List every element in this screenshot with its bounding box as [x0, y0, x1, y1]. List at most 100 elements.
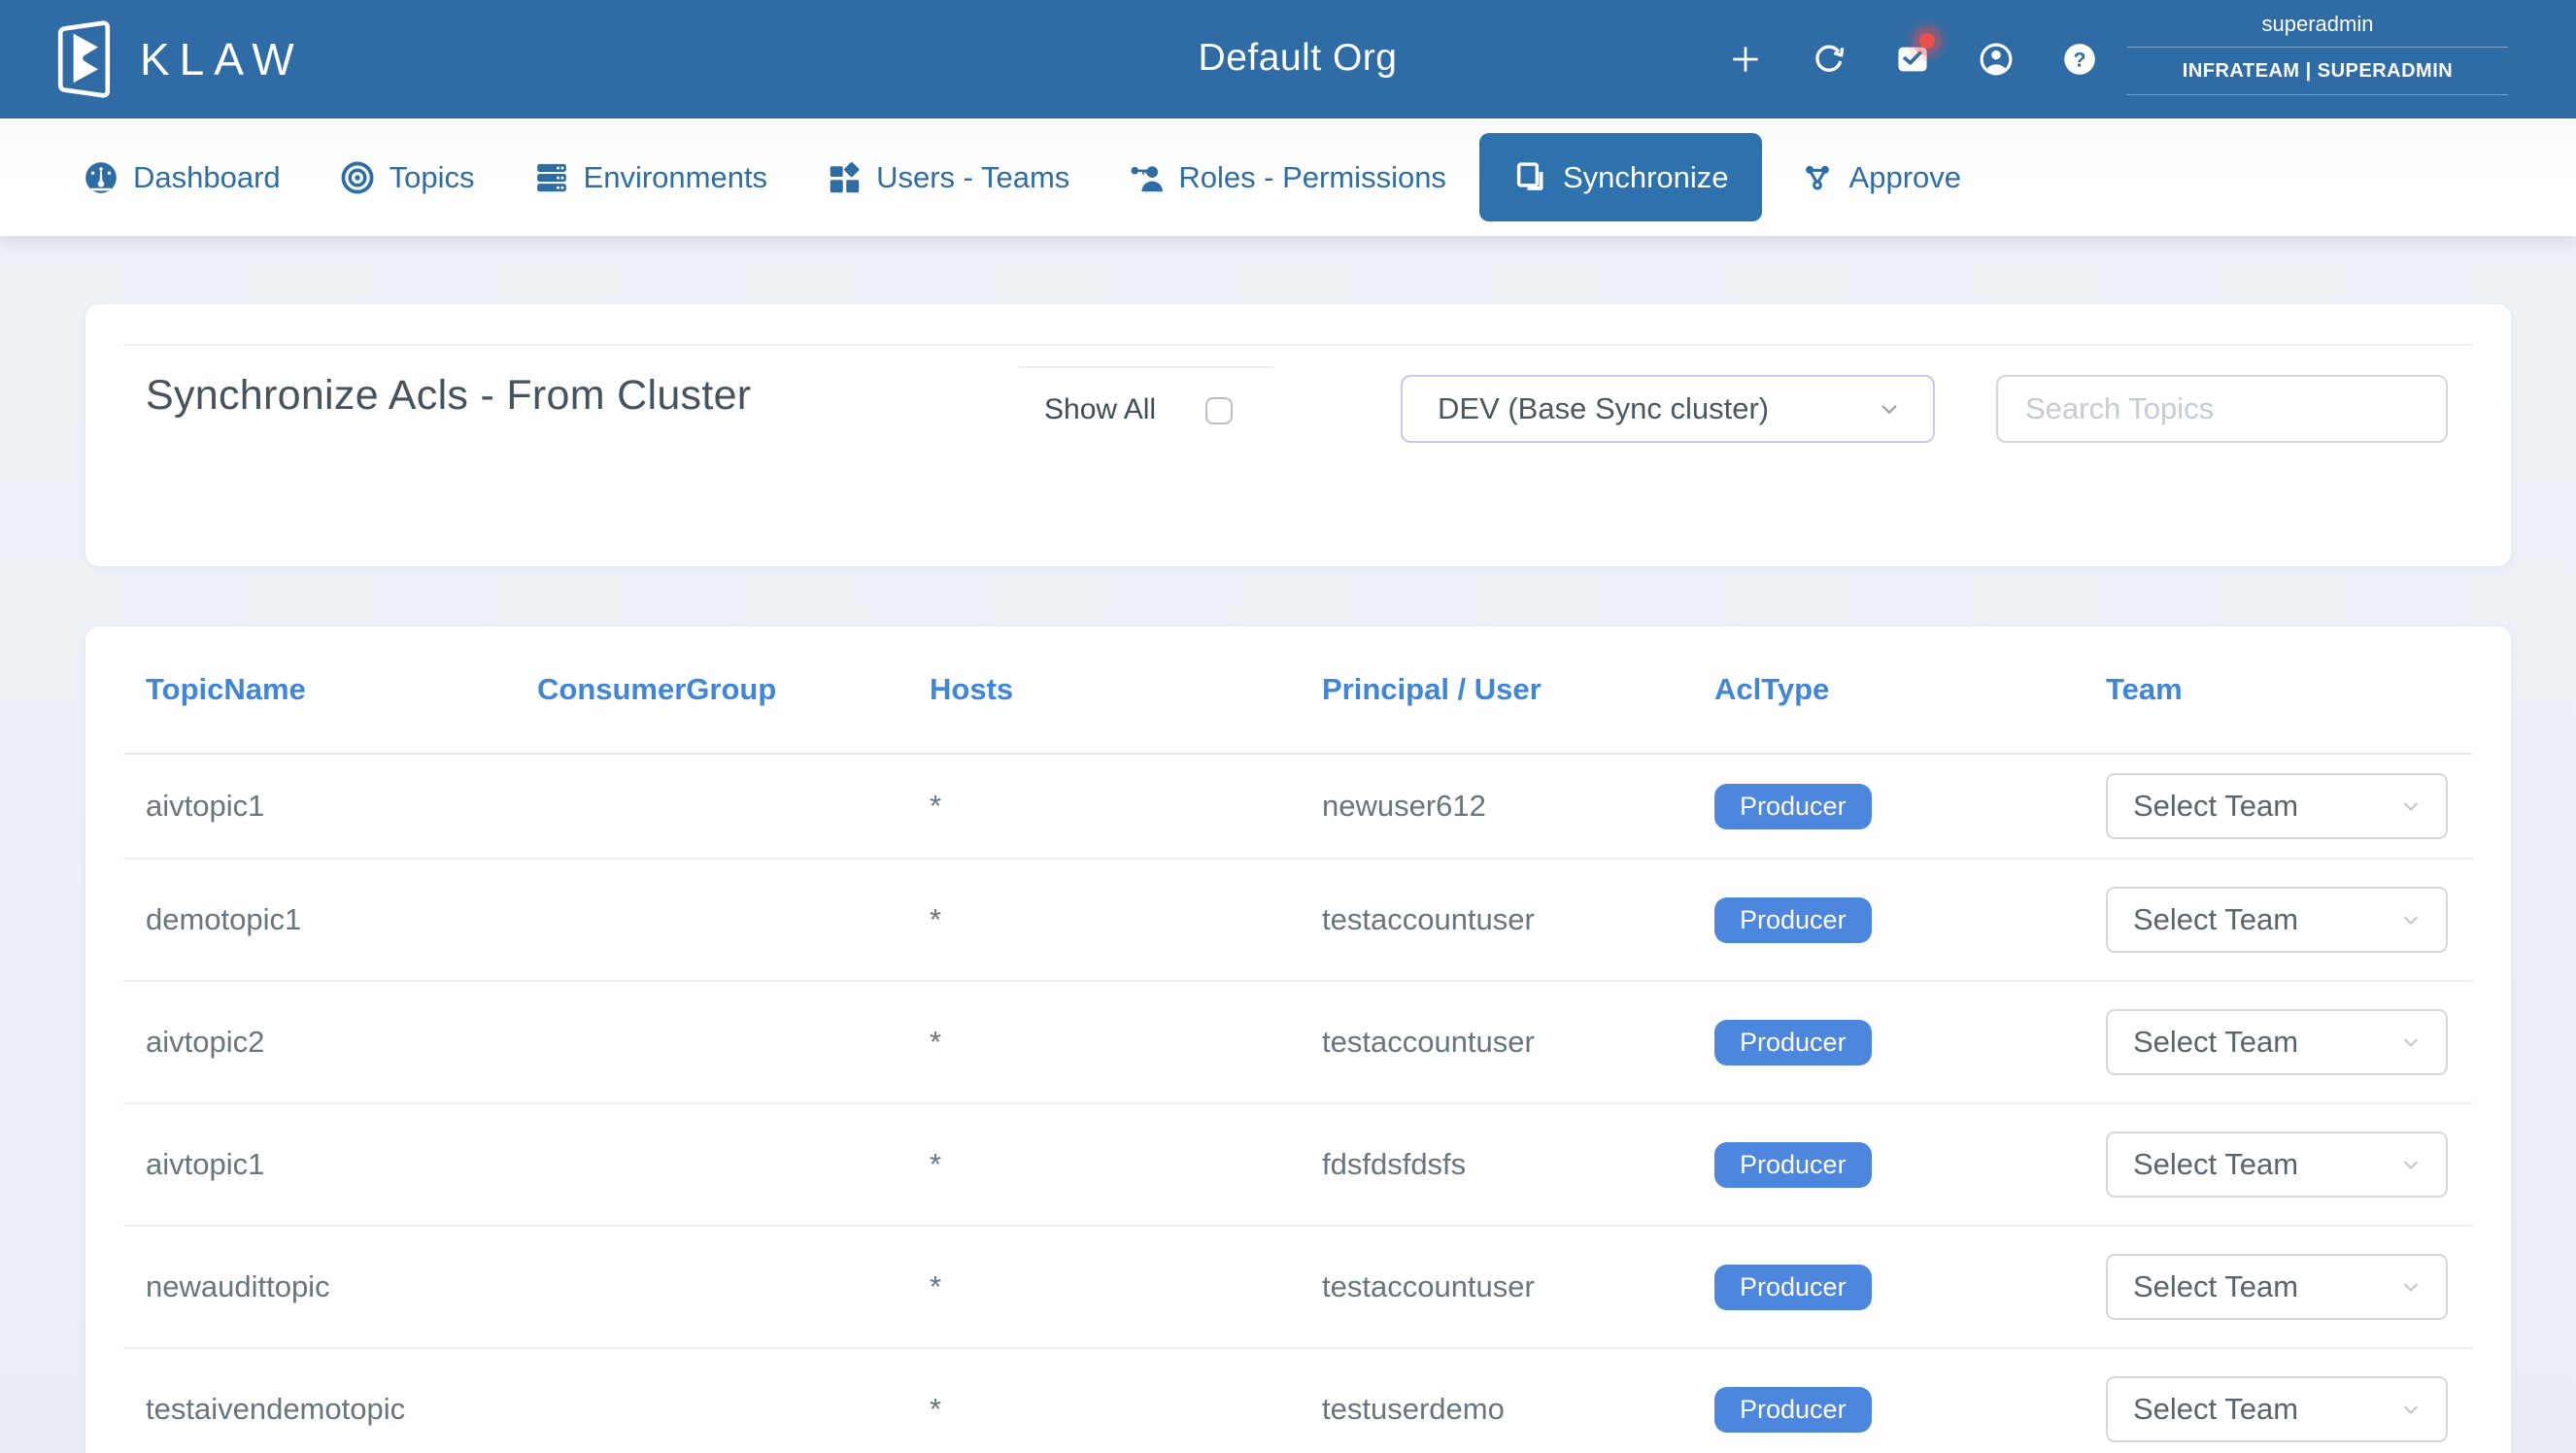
table-row: aivtopic2 * testaccountuser Producer Sel…	[123, 982, 2473, 1104]
cell-team: Select Team	[2106, 773, 2473, 839]
team-select[interactable]: Select Team	[2106, 1009, 2448, 1075]
table-body: aivtopic1 * newuser612 Producer Select T…	[123, 755, 2473, 1453]
table-row: aivtopic1 * fdsfdsfdsfs Producer Select …	[123, 1104, 2473, 1227]
cell-acl-type: Producer	[1714, 784, 2106, 829]
klaw-logo-icon	[54, 19, 115, 99]
acl-type-badge: Producer	[1714, 1387, 1872, 1433]
chevron-down-icon	[1875, 394, 1904, 423]
acl-type-badge: Producer	[1714, 897, 1872, 943]
username-label: superadmin	[2127, 12, 2508, 48]
team-select-placeholder: Select Team	[2133, 902, 2298, 937]
nav-item-roles-permissions[interactable]: Roles - Permissions	[1128, 159, 1446, 196]
col-header-topic-name: TopicName	[146, 672, 537, 707]
table-row: aivtopic1 * newuser612 Producer Select T…	[123, 755, 2473, 860]
dashboard-gauge-icon	[83, 159, 119, 196]
mail-notifications-icon[interactable]	[1894, 41, 1931, 78]
topics-target-icon	[339, 159, 376, 196]
team-select[interactable]: Select Team	[2106, 773, 2448, 839]
cell-acl-type: Producer	[1714, 1387, 2106, 1433]
nav-label: Users - Teams	[876, 160, 1069, 195]
cell-hosts: *	[930, 1025, 1322, 1060]
cell-acl-type: Producer	[1714, 1142, 2106, 1188]
cell-topic-name: aivtopic1	[146, 1147, 537, 1182]
team-select[interactable]: Select Team	[2106, 887, 2448, 953]
chevron-down-icon	[2397, 1029, 2424, 1056]
cluster-select-value: DEV (Base Sync cluster)	[1438, 391, 1769, 426]
nav-label: Topics	[390, 160, 475, 195]
team-select-placeholder: Select Team	[2133, 1392, 2298, 1427]
help-icon[interactable]: ?	[2061, 41, 2098, 78]
divider	[1019, 366, 1273, 368]
nav-label: Dashboard	[133, 160, 281, 195]
chevron-down-icon	[2397, 906, 2424, 933]
user-account-icon[interactable]	[1978, 41, 2015, 78]
acl-type-badge: Producer	[1714, 1020, 1872, 1065]
col-header-acl-type: AclType	[1714, 672, 2106, 707]
add-request-plus-icon[interactable]	[1727, 41, 1764, 78]
nav-label: Environments	[584, 160, 768, 195]
table-row: testaivendemotopic * testuserdemo Produc…	[123, 1349, 2473, 1453]
nav-item-environments[interactable]: Environments	[533, 159, 768, 196]
team-role-label: INFRATEAM | SUPERADMIN	[2127, 48, 2508, 95]
cell-hosts: *	[930, 1392, 1322, 1427]
user-menu[interactable]: superadmin INFRATEAM | SUPERADMIN	[2127, 12, 2508, 95]
team-select[interactable]: Select Team	[2106, 1132, 2448, 1198]
cell-acl-type: Producer	[1714, 897, 2106, 943]
team-select[interactable]: Select Team	[2106, 1376, 2448, 1442]
chevron-down-icon	[2397, 1396, 2424, 1423]
cell-topic-name: newaudittopic	[146, 1269, 537, 1304]
team-select[interactable]: Select Team	[2106, 1254, 2448, 1320]
acl-type-badge: Producer	[1714, 1142, 1872, 1188]
brand-name: KLAW	[140, 33, 304, 85]
table-row: demotopic1 * testaccountuser Producer Se…	[123, 860, 2473, 982]
cell-principal-user: fdsfdsfdsfs	[1322, 1147, 1714, 1182]
divider	[123, 344, 2473, 346]
cell-principal-user: testaccountuser	[1322, 1269, 1714, 1304]
cell-hosts: *	[930, 1269, 1322, 1304]
klaw-logo[interactable]: KLAW	[54, 15, 304, 104]
team-select-placeholder: Select Team	[2133, 1025, 2298, 1060]
page-title: Synchronize Acls - From Cluster	[146, 372, 751, 420]
team-select-placeholder: Select Team	[2133, 1269, 2298, 1304]
environments-server-icon	[533, 159, 570, 196]
nav-item-dashboard[interactable]: Dashboard	[83, 159, 281, 196]
cell-hosts: *	[930, 789, 1322, 824]
users-teams-grid-icon	[826, 159, 863, 196]
cell-principal-user: newuser612	[1322, 789, 1714, 824]
refresh-icon[interactable]	[1811, 41, 1847, 78]
col-header-consumer-group: ConsumerGroup	[537, 672, 930, 707]
synchronize-copy-icon	[1512, 159, 1549, 196]
col-header-hosts: Hosts	[930, 672, 1322, 707]
org-title: Default Org	[1199, 37, 1398, 80]
acls-table: TopicName ConsumerGroup Hosts Principal …	[123, 626, 2473, 1453]
acl-type-badge: Producer	[1714, 1265, 1872, 1310]
cell-topic-name: aivtopic1	[146, 789, 537, 824]
nav-item-users-teams[interactable]: Users - Teams	[826, 159, 1069, 196]
cell-principal-user: testaccountuser	[1322, 1025, 1714, 1060]
nav-item-synchronize[interactable]: Synchronize	[1479, 133, 1762, 221]
nav-label: Roles - Permissions	[1178, 160, 1446, 195]
nav-item-approve[interactable]: Approve	[1799, 159, 1961, 196]
chevron-down-icon	[2397, 1273, 2424, 1301]
cell-hosts: *	[930, 902, 1322, 937]
topbar-icon-group: ?	[1727, 0, 2098, 118]
cell-team: Select Team	[2106, 1254, 2473, 1320]
cell-team: Select Team	[2106, 1009, 2473, 1075]
cluster-select[interactable]: DEV (Base Sync cluster)	[1401, 375, 1935, 443]
show-all-label: Show All	[1044, 393, 1156, 426]
chevron-down-icon	[2397, 793, 2424, 820]
nav-label: Synchronize	[1563, 160, 1729, 195]
col-header-team: Team	[2106, 672, 2473, 707]
cell-principal-user: testuserdemo	[1322, 1392, 1714, 1427]
chevron-down-icon	[2397, 1151, 2424, 1178]
acls-table-card: TopicName ConsumerGroup Hosts Principal …	[85, 626, 2511, 1453]
main-nav: Dashboard Topics Environments	[0, 118, 2576, 236]
app-root: KLAW Default Org	[0, 0, 2576, 1453]
search-topics-input[interactable]	[1996, 375, 2448, 443]
cell-team: Select Team	[2106, 1376, 2473, 1442]
cell-hosts: *	[930, 1147, 1322, 1182]
cell-topic-name: aivtopic2	[146, 1025, 537, 1060]
sync-acls-filter-card: Synchronize Acls - From Cluster Show All…	[85, 304, 2511, 566]
show-all-checkbox[interactable]	[1205, 397, 1233, 424]
nav-item-topics[interactable]: Topics	[339, 159, 475, 196]
